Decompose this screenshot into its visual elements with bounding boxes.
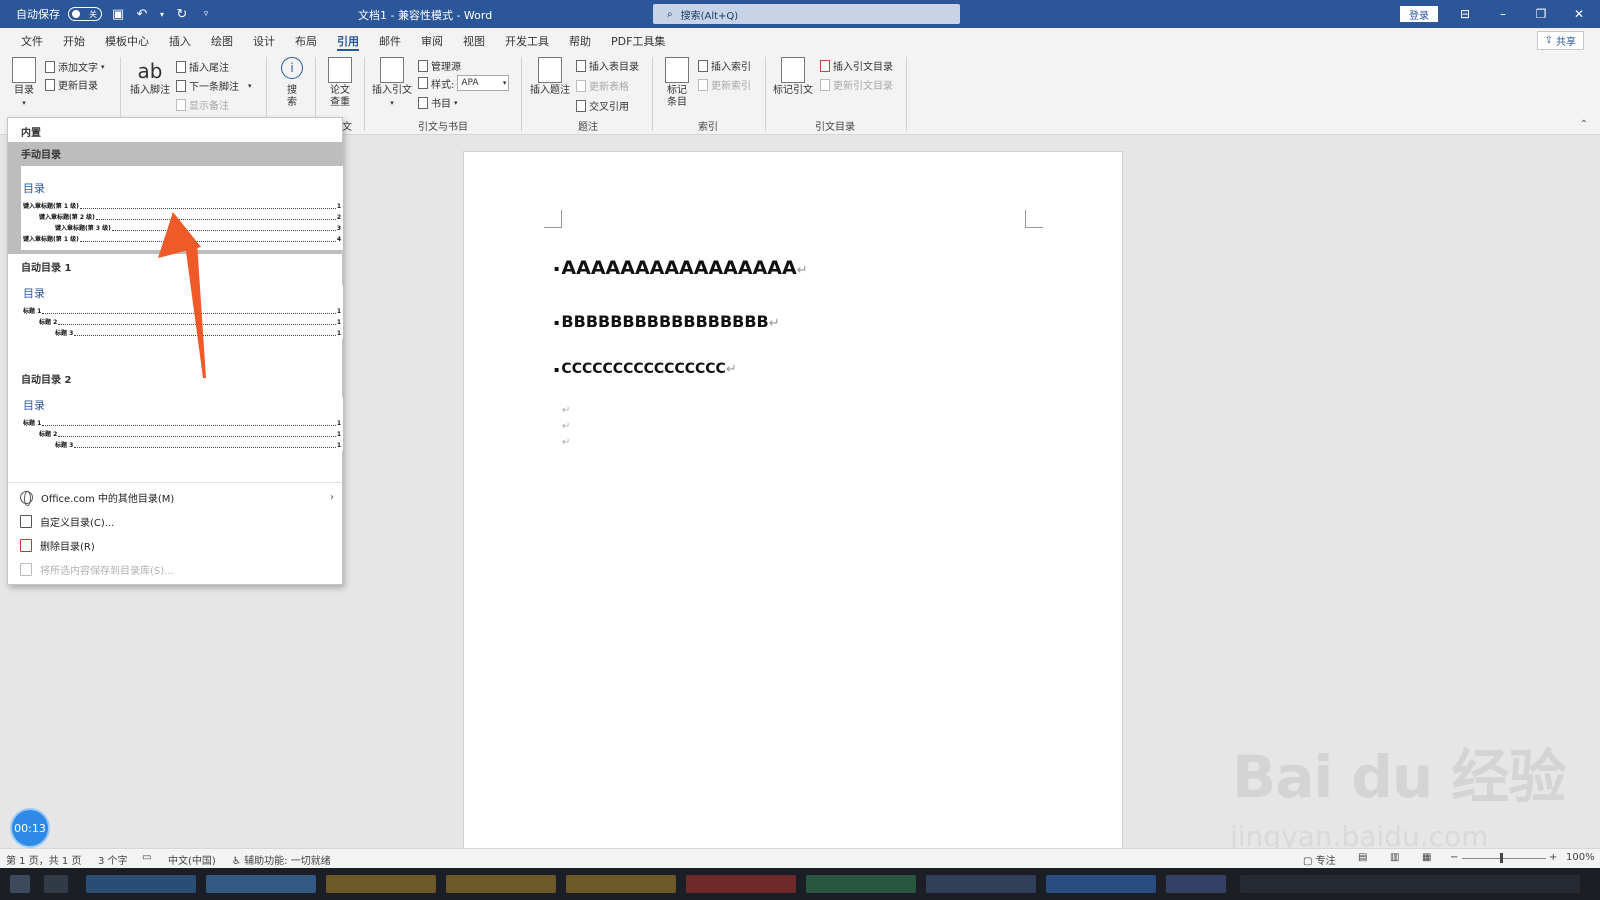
- taskbar-app[interactable]: [446, 875, 556, 893]
- taskbar-app[interactable]: [206, 875, 316, 893]
- watermark-logo: Bai du 经验: [1232, 743, 1566, 811]
- zoom-level[interactable]: 100%: [1566, 852, 1595, 863]
- focus-mode-button[interactable]: ▢ 专注: [1303, 852, 1336, 867]
- taskbar-app[interactable]: [566, 875, 676, 893]
- taskbar-app[interactable]: [326, 875, 436, 893]
- taskbar-app[interactable]: [806, 875, 916, 893]
- taskbar-app[interactable]: [44, 875, 68, 893]
- read-mode-icon[interactable]: ▤: [1358, 852, 1367, 863]
- zoom-out-icon[interactable]: −: [1450, 852, 1458, 863]
- arrow-shaft: [185, 242, 206, 378]
- accessibility-status[interactable]: ♿ 辅助功能: 一切就绪: [232, 852, 331, 867]
- language-indicator[interactable]: 中文(中国): [168, 852, 216, 867]
- recording-timer: 00:13: [10, 808, 50, 848]
- zoom-slider-thumb[interactable]: [1500, 853, 1503, 863]
- start-button[interactable]: [10, 875, 30, 893]
- proofing-icon[interactable]: ▭: [142, 852, 151, 863]
- zoom-slider[interactable]: [1462, 858, 1546, 859]
- focus-label: 专注: [1315, 856, 1336, 867]
- accessibility-label: 辅助功能: 一切就绪: [244, 856, 331, 867]
- taskbar-app[interactable]: [1046, 875, 1156, 893]
- status-bar: 第 1 页，共 1 页 3 个字 ▭ 中文(中国) ♿ 辅助功能: 一切就绪 ▢…: [0, 848, 1600, 868]
- web-layout-icon[interactable]: ▦: [1422, 852, 1431, 863]
- print-layout-icon[interactable]: ▥: [1390, 852, 1399, 863]
- taskbar-app[interactable]: [86, 875, 196, 893]
- word-count[interactable]: 3 个字: [98, 852, 128, 867]
- taskbar: [0, 868, 1600, 900]
- taskbar-app[interactable]: [926, 875, 1036, 893]
- taskbar-app[interactable]: [1166, 875, 1226, 893]
- tray-icons[interactable]: [1240, 875, 1580, 893]
- accessibility-icon: ♿: [232, 856, 241, 867]
- zoom-in-icon[interactable]: +: [1549, 852, 1557, 863]
- page-count[interactable]: 第 1 页，共 1 页: [6, 852, 81, 867]
- focus-icon: ▢: [1303, 856, 1313, 867]
- taskbar-app[interactable]: [686, 875, 796, 893]
